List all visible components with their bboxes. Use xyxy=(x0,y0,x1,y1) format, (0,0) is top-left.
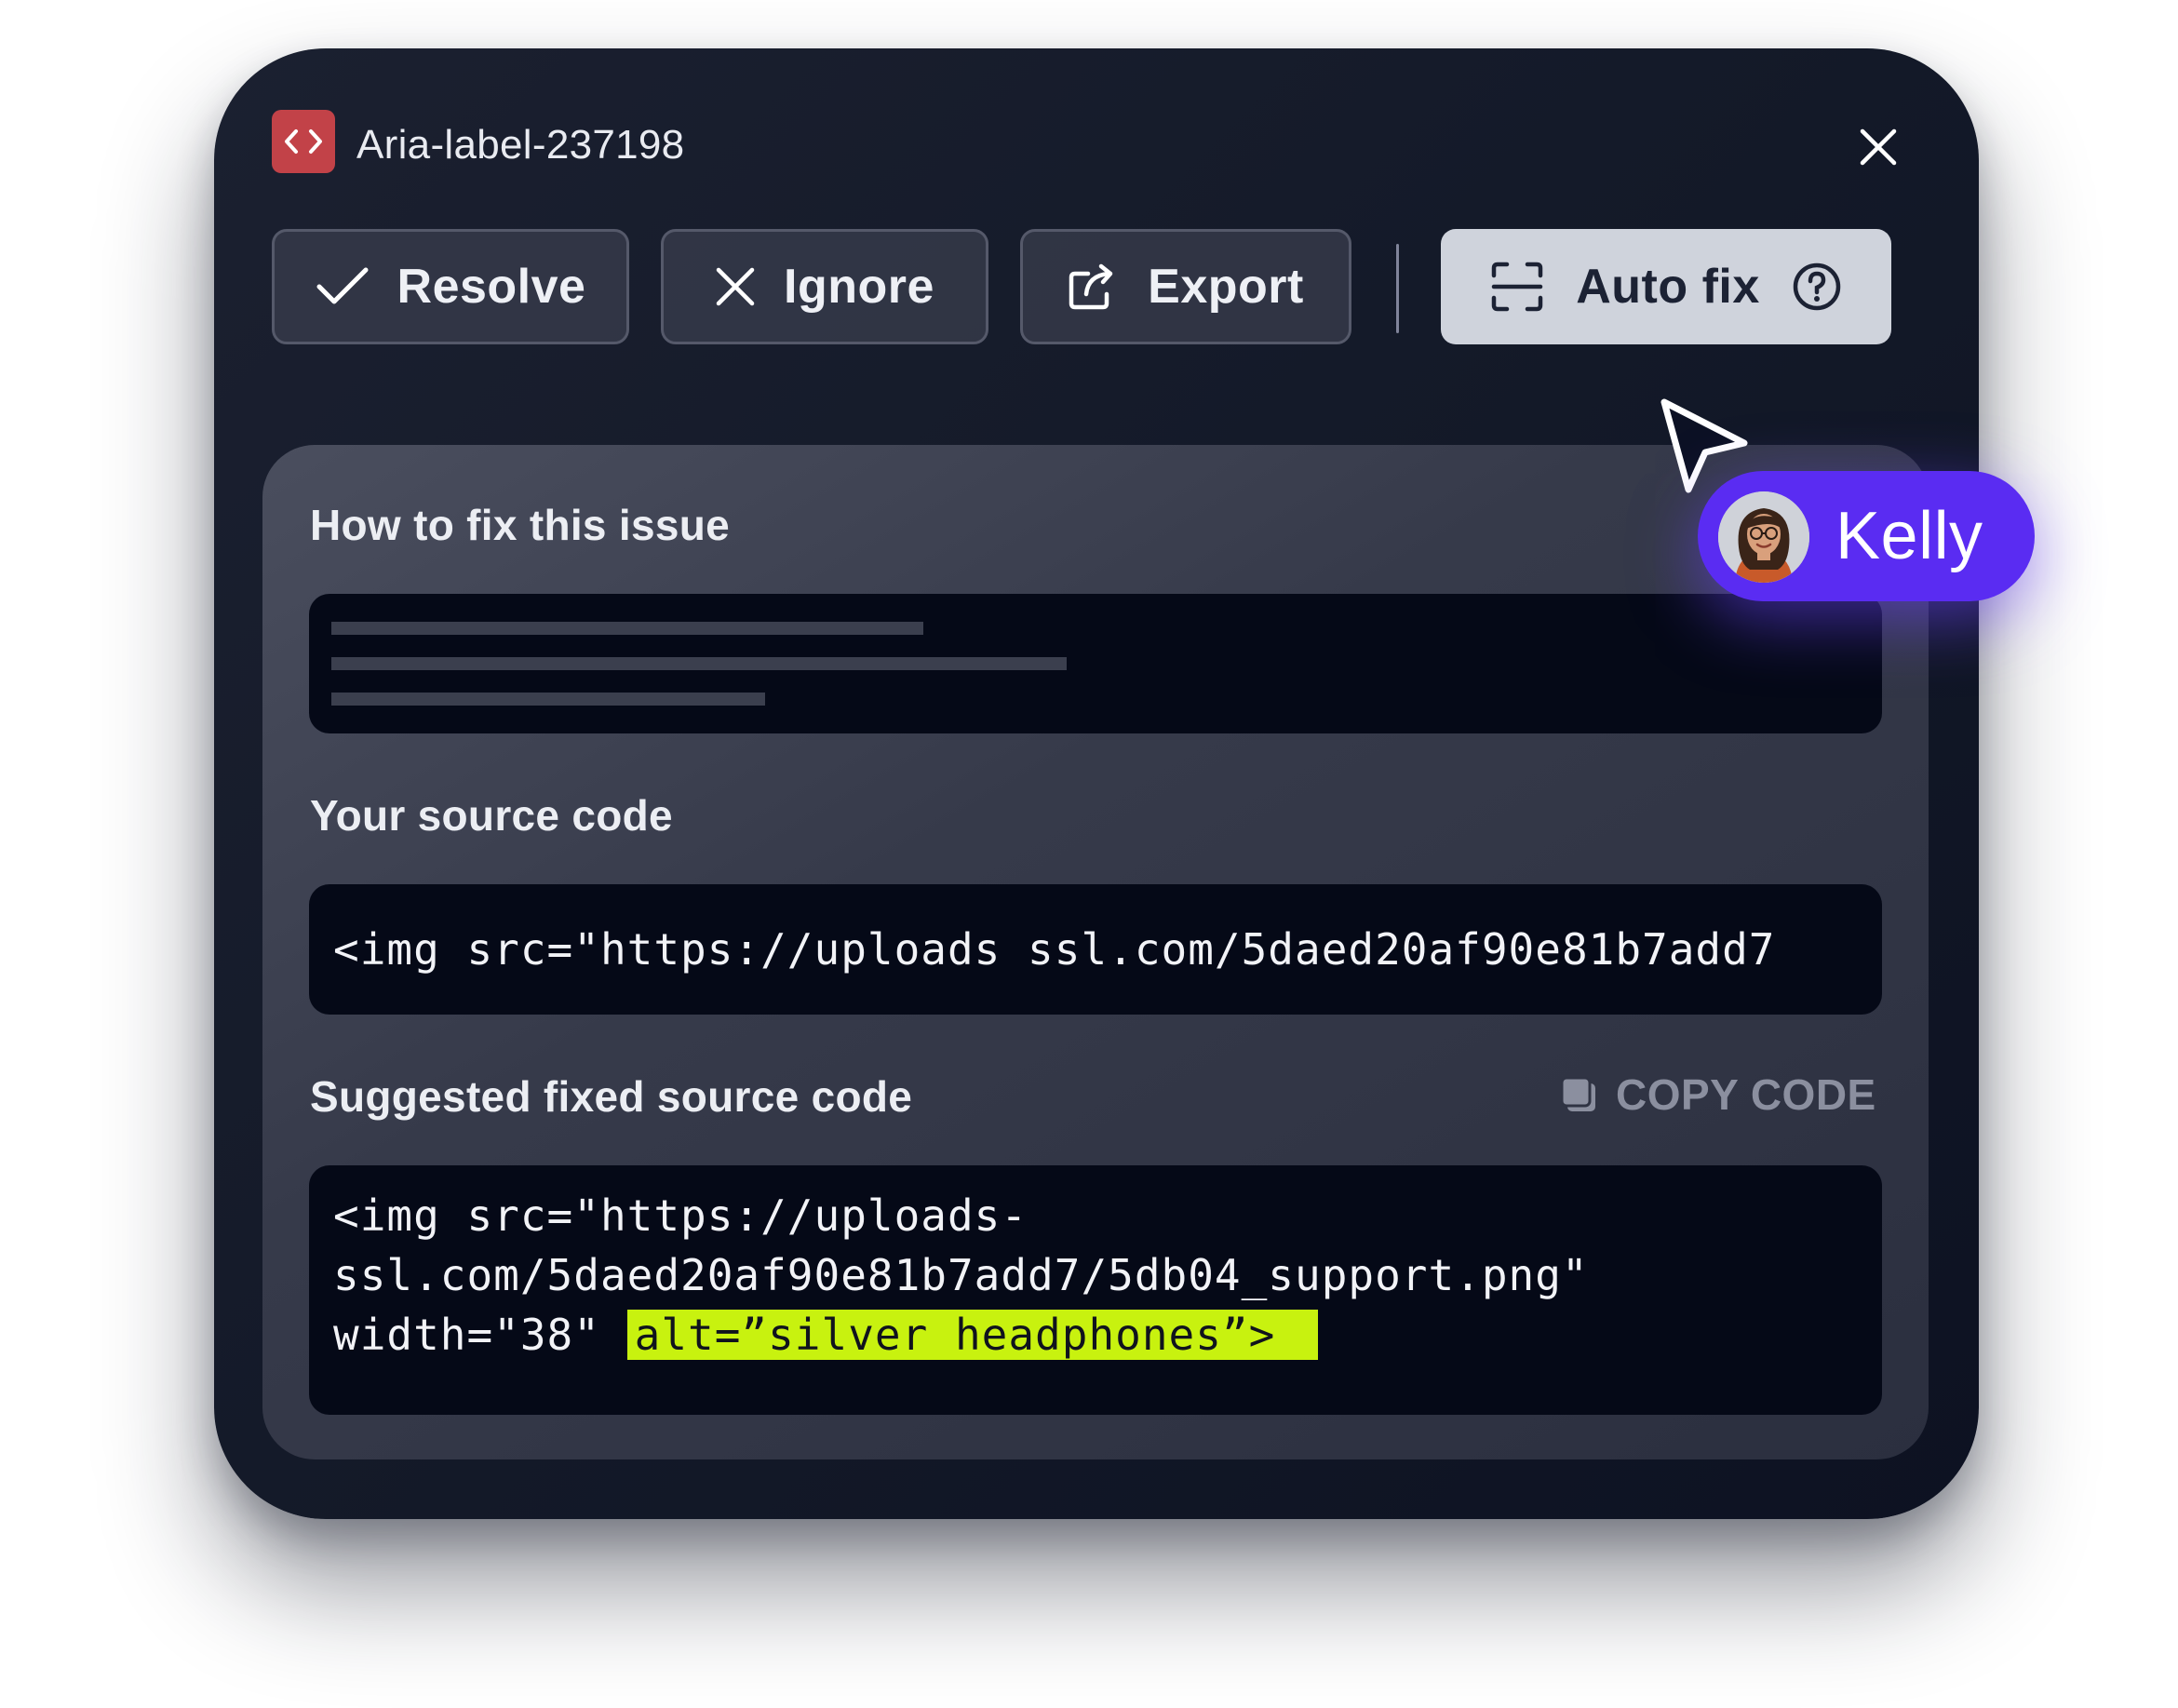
collaborator-pill: Kelly xyxy=(1698,471,2035,601)
export-button[interactable]: Export xyxy=(1020,229,1351,344)
placeholder-line xyxy=(331,657,1067,670)
issue-title: Aria-label-237198 xyxy=(356,122,685,168)
copy-code-label: COPY CODE xyxy=(1616,1070,1876,1119)
ignore-button[interactable]: Ignore xyxy=(661,229,988,344)
toolbar-divider xyxy=(1396,244,1399,333)
stage: Aria-label-237198 Resolve Ignore Export xyxy=(0,0,2178,1708)
auto-fix-label: Auto fix xyxy=(1576,260,1760,314)
scan-icon xyxy=(1491,262,1543,312)
resolve-button[interactable]: Resolve xyxy=(272,229,629,344)
placeholder-line xyxy=(331,622,923,635)
source-code-line: <img src="https://uploads ssl.com/5daed2… xyxy=(333,924,1776,975)
code-brackets-icon xyxy=(272,110,335,173)
ignore-label: Ignore xyxy=(784,260,934,314)
fixed-code-line: <img src="https://uploads- xyxy=(333,1190,1028,1241)
share-icon xyxy=(1069,263,1113,310)
export-label: Export xyxy=(1148,260,1304,314)
copy-icon xyxy=(1560,1076,1595,1111)
fixed-code-line: ssl.com/5daed20af90e81b7add7/5db04_suppo… xyxy=(333,1250,1589,1300)
placeholder-line xyxy=(331,693,765,706)
source-code-box: <img src="https://uploads ssl.com/5daed2… xyxy=(309,884,1882,1015)
suggested-code-heading: Suggested fixed source code xyxy=(310,1072,913,1121)
suggested-code-box: <img src="https://uploads- ssl.com/5daed… xyxy=(309,1165,1882,1415)
close-icon[interactable] xyxy=(1852,121,1904,173)
x-icon xyxy=(716,267,755,306)
fixed-code-line: width="38" alt=”silver headphones”> xyxy=(333,1305,1319,1365)
auto-fix-button[interactable]: Auto fix xyxy=(1441,229,1891,344)
how-to-fix-box xyxy=(309,594,1882,733)
source-code-heading: Your source code xyxy=(310,791,673,840)
resolve-label: Resolve xyxy=(397,260,586,314)
how-to-fix-heading: How to fix this issue xyxy=(310,501,731,549)
copy-code-button[interactable]: COPY CODE xyxy=(1560,1065,1876,1124)
fixed-code-prefix: width="38" xyxy=(333,1310,627,1360)
check-icon xyxy=(316,267,369,304)
highlighted-fix: alt=”silver headphones”> xyxy=(626,1310,1319,1360)
collaborator-name: Kelly xyxy=(1835,499,1983,573)
help-circle-icon[interactable] xyxy=(1792,262,1842,312)
avatar xyxy=(1718,491,1809,583)
